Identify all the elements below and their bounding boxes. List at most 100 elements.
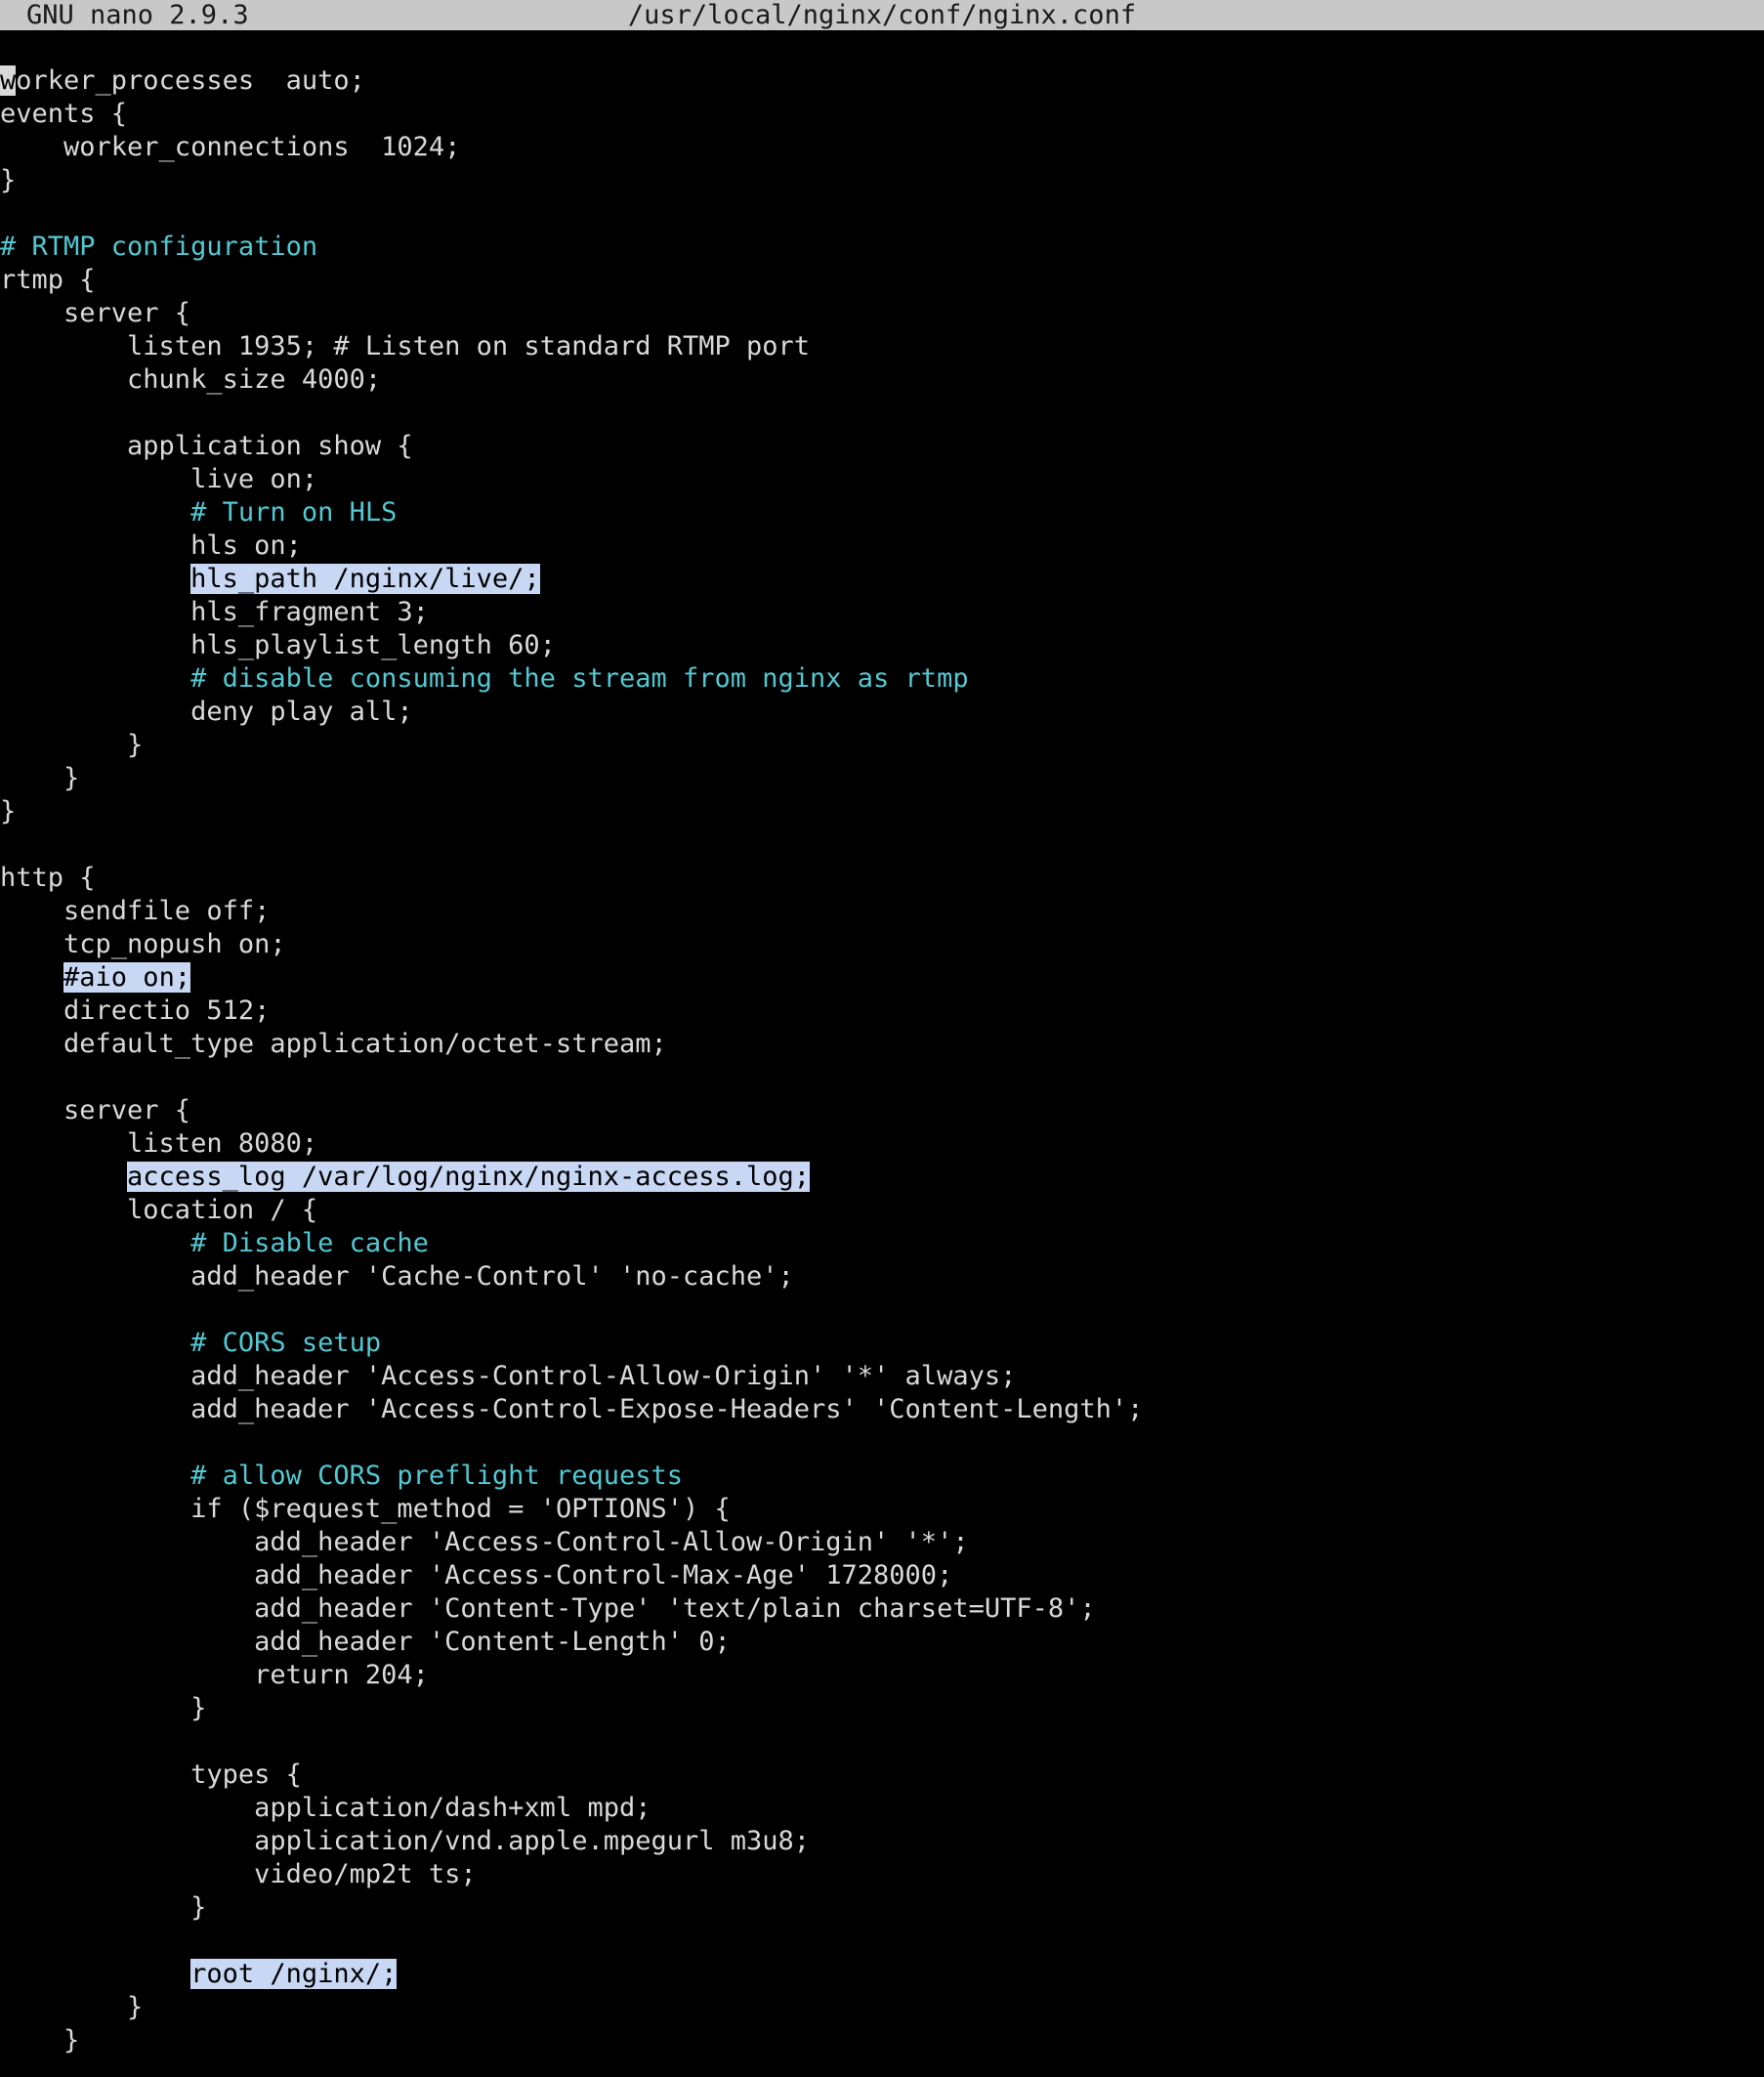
code-line[interactable]: } [0,1692,1764,1725]
code-line[interactable]: } [0,795,1764,828]
code-text: } [0,1693,207,1723]
code-line[interactable]: listen 8080; [0,1127,1764,1161]
code-line[interactable]: directio 512; [0,995,1764,1028]
code-line[interactable] [0,1925,1764,1958]
code-line[interactable]: # allow CORS preflight requests [0,1460,1764,1493]
code-line[interactable]: if ($request_method = 'OPTIONS') { [0,1493,1764,1526]
code-line[interactable] [0,1061,1764,1094]
code-text: deny play all; [0,697,413,727]
code-text: listen 8080; [0,1128,318,1159]
code-comment: # CORS setup [0,1328,382,1358]
code-line[interactable]: # RTMP configuration [0,231,1764,264]
code-line[interactable]: } [0,762,1764,795]
code-text: add_header 'Access-Control-Allow-Origin'… [0,1527,969,1557]
code-text: events { [0,99,128,129]
code-line[interactable]: } [0,1891,1764,1925]
code-line[interactable] [0,828,1764,862]
code-line[interactable]: application show { [0,430,1764,463]
code-text: return 204; [0,1660,429,1690]
code-text: sendfile off; [0,896,271,926]
selected-text: hls_path /nginx/live/; [190,564,540,594]
code-line[interactable]: access_log /var/log/nginx/nginx-access.l… [0,1161,1764,1194]
code-text: } [0,730,144,760]
code-text: } [0,1892,207,1923]
code-line[interactable]: add_header 'Access-Control-Allow-Origin'… [0,1526,1764,1559]
code-text: application/dash+xml mpd; [0,1793,651,1823]
code-line[interactable]: video/mp2t ts; [0,1858,1764,1891]
code-line[interactable]: add_header 'Access-Control-Expose-Header… [0,1393,1764,1426]
code-comment: # Disable cache [0,1228,429,1258]
code-line[interactable]: sendfile off; [0,895,1764,928]
code-line[interactable]: server { [0,1094,1764,1127]
code-line[interactable]: worker_connections 1024; [0,131,1764,164]
code-comment: # disable consuming the stream from ngin… [0,663,969,694]
code-line[interactable]: listen 1935; # Listen on standard RTMP p… [0,330,1764,363]
code-text: server { [0,298,191,328]
selected-text: #aio on; [63,962,191,993]
code-line[interactable]: live on; [0,463,1764,496]
code-line[interactable]: rtmp { [0,264,1764,297]
code-line[interactable]: #aio on; [0,961,1764,995]
code-line[interactable]: types { [0,1759,1764,1792]
code-line[interactable]: http { [0,862,1764,895]
code-text: orker_processes auto; [16,65,365,96]
code-line[interactable]: default_type application/octet-stream; [0,1028,1764,1061]
code-text: types { [0,1759,302,1790]
code-line[interactable]: application/dash+xml mpd; [0,1792,1764,1825]
code-line[interactable]: add_header 'Content-Length' 0; [0,1626,1764,1659]
code-text: location / { [0,1195,318,1225]
code-line[interactable]: add_header 'Access-Control-Max-Age' 1728… [0,1559,1764,1592]
code-line[interactable] [0,197,1764,231]
code-line[interactable]: } [0,1991,1764,2024]
code-line[interactable]: return 204; [0,1659,1764,1692]
code-text: add_header 'Access-Control-Expose-Header… [0,1394,1144,1424]
code-line[interactable] [0,1426,1764,1460]
code-line[interactable] [0,1725,1764,1759]
code-line[interactable]: events { [0,98,1764,131]
code-text: worker_connections 1024; [0,132,461,162]
code-line[interactable]: location / { [0,1194,1764,1227]
code-line[interactable]: hls on; [0,530,1764,563]
code-line[interactable]: add_header 'Content-Type' 'text/plain ch… [0,1592,1764,1626]
code-text: rtmp { [0,265,96,295]
selected-text: root /nginx/; [190,1959,398,1989]
code-line[interactable]: # CORS setup [0,1327,1764,1360]
code-line[interactable]: tcp_nopush on; [0,928,1764,961]
code-line[interactable]: # Turn on HLS [0,496,1764,530]
code-line[interactable]: hls_fragment 3; [0,596,1764,629]
code-line[interactable]: } [0,164,1764,197]
code-comment: # Turn on HLS [0,497,398,528]
code-text: } [0,796,17,827]
title-bar: GNU nano 2.9.3 /usr/local/nginx/conf/ngi… [0,0,1764,30]
code-line[interactable] [0,397,1764,430]
code-line[interactable] [0,1293,1764,1327]
code-text: hls on; [0,530,302,561]
code-text: } [0,2025,80,2056]
code-line[interactable]: add_header 'Access-Control-Allow-Origin'… [0,1360,1764,1393]
code-line[interactable]: worker_processes auto; [0,64,1764,98]
code-line[interactable]: hls_path /nginx/live/; [0,563,1764,596]
code-line[interactable]: server { [0,297,1764,330]
code-line[interactable]: } [0,729,1764,762]
code-line[interactable]: # disable consuming the stream from ngin… [0,662,1764,696]
code-line[interactable]: # Disable cache [0,1227,1764,1260]
text-editor-area[interactable]: worker_processes auto; events { worker_co… [0,64,1764,2077]
code-text: directio 512; [0,996,271,1026]
code-text: hls_fragment 3; [0,597,429,627]
code-line[interactable]: chunk_size 4000; [0,363,1764,397]
code-text: add_header 'Cache-Control' 'no-cache'; [0,1261,794,1292]
code-text: } [0,763,80,793]
code-text: server { [0,1095,191,1125]
code-line[interactable]: deny play all; [0,696,1764,729]
code-comment: # allow CORS preflight requests [0,1461,683,1491]
code-text: hls_playlist_length 60; [0,630,556,660]
code-line[interactable]: application/vnd.apple.mpegurl m3u8; [0,1825,1764,1858]
code-line[interactable]: add_header 'Cache-Control' 'no-cache'; [0,1260,1764,1293]
code-line[interactable]: hls_playlist_length 60; [0,629,1764,662]
code-text: if ($request_method = 'OPTIONS') { [0,1494,731,1524]
code-line[interactable]: root /nginx/; [0,1958,1764,1991]
code-line[interactable]: } [0,2024,1764,2057]
